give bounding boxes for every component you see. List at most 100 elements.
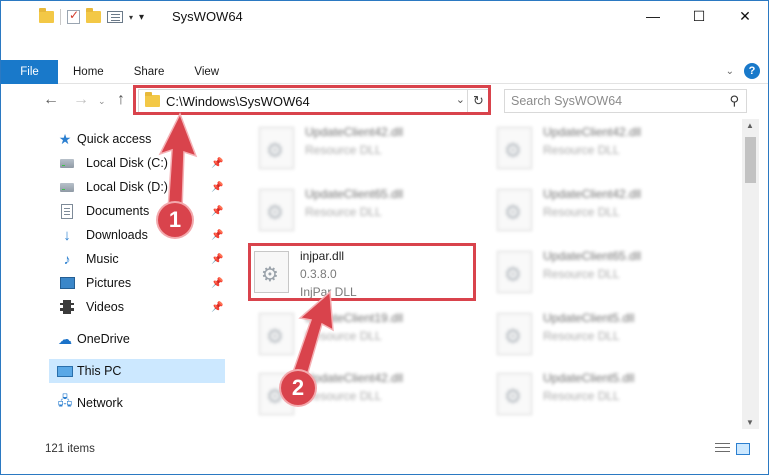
- network-icon: 🖧: [57, 393, 73, 408]
- file-description: Resource DLL: [543, 205, 620, 219]
- address-bar-highlight: [133, 85, 491, 115]
- file-tile[interactable]: UpdateClient65.dll Resource DLL: [247, 183, 472, 239]
- vertical-scrollbar[interactable]: ▲ ▼: [742, 119, 759, 429]
- dll-file-icon: [497, 373, 532, 415]
- file-tile[interactable]: UpdateClient5.dll Resource DLL: [485, 307, 710, 363]
- tab-file[interactable]: File: [1, 60, 58, 84]
- ribbon: File Home Share View ⌄ ?: [1, 60, 768, 84]
- pin-icon[interactable]: 📌: [211, 278, 223, 289]
- close-button[interactable]: ✕: [722, 1, 768, 31]
- pin-icon[interactable]: 📌: [211, 158, 223, 169]
- file-highlight: [248, 243, 476, 301]
- sidebar-item-label: This PC: [77, 364, 122, 378]
- file-tile[interactable]: UpdateClient42.dll Resource DLL: [247, 121, 472, 177]
- sidebar-item-local-disk-d[interactable]: Local Disk (D:) 📌: [31, 175, 231, 199]
- pin-icon[interactable]: 📌: [211, 254, 223, 265]
- sidebar-item-label: Quick access: [77, 132, 152, 146]
- file-description: Resource DLL: [305, 329, 382, 343]
- sidebar-item-this-pc[interactable]: This PC: [49, 359, 225, 383]
- cloud-icon: ☁: [58, 330, 72, 347]
- properties-icon[interactable]: [67, 8, 80, 24]
- pin-icon[interactable]: 📌: [211, 206, 223, 217]
- file-name: UpdateClient42.dll: [305, 125, 404, 139]
- minimize-button[interactable]: —: [630, 1, 676, 31]
- pin-icon[interactable]: 📌: [211, 302, 223, 313]
- tab-share[interactable]: Share: [119, 60, 180, 84]
- sidebar-item-label: Documents: [86, 204, 150, 218]
- recent-locations-icon[interactable]: ⌄: [98, 96, 106, 107]
- sidebar-item-music[interactable]: ♪ Music 📌: [31, 247, 231, 271]
- window-title: SysWOW64: [172, 9, 243, 24]
- file-name: UpdateClient42.dll: [543, 125, 642, 139]
- pin-icon[interactable]: 📌: [211, 182, 223, 193]
- pin-icon[interactable]: 📌: [211, 230, 223, 241]
- star-icon: ★: [58, 130, 72, 147]
- quick-access-toolbar: ▾ ▾: [39, 8, 144, 26]
- pictures-icon-wrap: [59, 275, 75, 291]
- computer-icon-wrap: [57, 363, 73, 379]
- file-description: Resource DLL: [543, 267, 620, 281]
- sidebar-item-videos[interactable]: Videos 📌: [31, 295, 231, 319]
- file-tile[interactable]: UpdateClient42.dll Resource DLL: [485, 183, 710, 239]
- layout-icon[interactable]: [107, 11, 123, 23]
- disk-icon-wrap: [59, 179, 75, 195]
- search-input[interactable]: [505, 90, 715, 112]
- sidebar-item-downloads[interactable]: ↓ Downloads 📌: [31, 223, 231, 247]
- file-name: UpdateClient5.dll: [543, 311, 635, 325]
- sidebar-item-label: Videos: [86, 300, 124, 314]
- file-tile[interactable]: UpdateClient42.dll Resource DLL: [485, 121, 710, 177]
- disk-icon: [60, 158, 74, 168]
- file-tile[interactable]: UpdateClient65.dll Resource DLL: [485, 245, 710, 301]
- sidebar-item-network[interactable]: 🖧 Network: [31, 391, 231, 415]
- chevron-down-icon[interactable]: ⌄: [726, 66, 734, 77]
- documents-icon: [61, 203, 73, 219]
- sidebar-item-pictures[interactable]: Pictures 📌: [31, 271, 231, 295]
- dll-file-icon: [259, 189, 294, 231]
- large-icons-view-icon[interactable]: [736, 443, 750, 455]
- computer-icon: [57, 365, 73, 377]
- scroll-up-icon[interactable]: ▲: [746, 121, 754, 130]
- file-description: Resource DLL: [543, 389, 620, 403]
- item-count: 121 items: [45, 443, 95, 455]
- up-arrow-icon[interactable]: ↑: [117, 91, 125, 109]
- sidebar-item-label: Music: [86, 252, 119, 266]
- navigation-pane: ★ Quick access Local Disk (C:) 📌 Local D…: [31, 123, 231, 428]
- tab-view[interactable]: View: [179, 60, 234, 84]
- forward-arrow-icon[interactable]: →: [73, 91, 89, 109]
- step-1-badge: 1: [158, 203, 192, 237]
- file-explorer-window: ▾ ▾ SysWOW64 — ☐ ✕ File Home Share View …: [0, 0, 769, 475]
- help-icon[interactable]: ?: [744, 63, 760, 79]
- sidebar-item-quick-access[interactable]: ★ Quick access: [31, 127, 231, 151]
- tab-home[interactable]: Home: [58, 60, 119, 84]
- customize-toolbar-icon[interactable]: ▾: [139, 12, 144, 23]
- search-icon[interactable]: ⚲: [729, 93, 739, 109]
- file-description: Resource DLL: [305, 143, 382, 157]
- back-arrow-icon[interactable]: ←: [43, 91, 59, 109]
- search-box[interactable]: ⚲: [504, 89, 747, 113]
- window-controls: — ☐ ✕: [630, 1, 768, 31]
- file-tile[interactable]: UpdateClient19.dll Resource DLL: [247, 307, 472, 363]
- toolbar-divider: [60, 9, 61, 25]
- file-tile[interactable]: UpdateClient5.dll Resource DLL: [485, 367, 710, 423]
- sidebar-item-documents[interactable]: Documents 📌: [31, 199, 231, 223]
- file-description: Resource DLL: [543, 143, 620, 157]
- scroll-down-icon[interactable]: ▼: [746, 418, 754, 427]
- sidebar-item-onedrive[interactable]: ☁ OneDrive: [31, 327, 231, 351]
- details-view-icon[interactable]: [715, 443, 730, 455]
- file-name: UpdateClient42.dll: [543, 187, 642, 201]
- sidebar-item-label: Local Disk (D:): [86, 180, 168, 194]
- folder-icon: [39, 8, 54, 23]
- caret-down-icon[interactable]: ▾: [129, 13, 133, 22]
- ribbon-tabs: File Home Share View: [1, 60, 234, 84]
- downloads-icon: ↓: [63, 226, 71, 244]
- title-bar: ▾ ▾ SysWOW64 — ☐ ✕: [1, 1, 768, 31]
- file-tile[interactable]: UpdateClient42.dll Resource DLL: [247, 367, 472, 423]
- scrollbar-thumb[interactable]: [745, 137, 756, 183]
- ribbon-controls: ⌄ ?: [726, 63, 760, 79]
- dll-file-icon: [497, 251, 532, 293]
- maximize-button[interactable]: ☐: [676, 1, 722, 31]
- new-folder-icon[interactable]: [86, 8, 101, 23]
- sidebar-item-local-disk-c[interactable]: Local Disk (C:) 📌: [31, 151, 231, 175]
- step-2-badge: 2: [281, 371, 315, 405]
- disk-icon: [60, 182, 74, 192]
